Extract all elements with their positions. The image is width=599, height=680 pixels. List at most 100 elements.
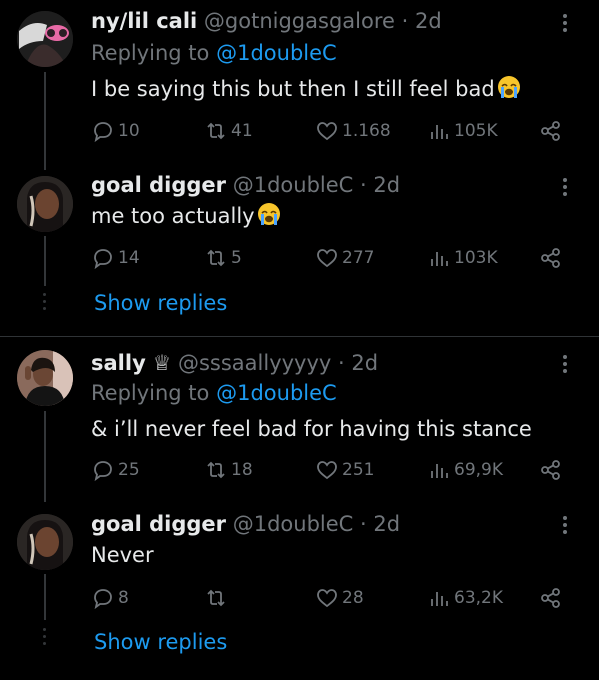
reply-icon: [94, 122, 112, 143]
more-options-icon[interactable]: [563, 178, 573, 199]
more-options-icon[interactable]: [563, 355, 573, 376]
tweet-3[interactable]: sally ♕ @sssaallyyyyy · 2d Replying to @…: [0, 337, 599, 502]
views-button[interactable]: 103K: [427, 243, 498, 273]
heart-icon: [317, 589, 337, 608]
reply-icon: [94, 589, 112, 610]
reply-button[interactable]: 10: [91, 116, 140, 146]
views-icon: [431, 252, 448, 266]
repost-button[interactable]: [204, 583, 231, 613]
share-icon: [541, 588, 560, 608]
timestamp[interactable]: · 2d: [338, 351, 378, 375]
timestamp[interactable]: · 2d: [402, 9, 442, 33]
views-button[interactable]: 69,9K: [427, 455, 503, 485]
display-name[interactable]: goal digger: [91, 512, 226, 536]
tweet-text: & i’ll never feel bad for having this st…: [91, 416, 532, 442]
replying-prefix: Replying to: [91, 41, 210, 65]
display-name[interactable]: sally: [91, 351, 146, 375]
heart-icon: [317, 461, 337, 480]
repost-button[interactable]: 18: [204, 455, 253, 485]
views-icon: [431, 125, 448, 139]
share-button[interactable]: [539, 116, 563, 146]
reply-count: 8: [118, 588, 129, 608]
share-button[interactable]: [539, 243, 563, 273]
repost-count: 5: [231, 248, 242, 268]
avatar[interactable]: [17, 514, 73, 570]
user-handle[interactable]: @gotniggasgalore: [204, 9, 395, 33]
like-count: 277: [342, 248, 375, 268]
heart-icon: [317, 249, 337, 268]
views-icon: [431, 464, 448, 478]
reply-button[interactable]: 14: [91, 243, 140, 273]
repost-count: 41: [231, 121, 253, 141]
share-icon: [541, 460, 560, 480]
views-icon: [431, 592, 448, 606]
reply-count: 25: [118, 460, 140, 480]
share-button[interactable]: [539, 583, 563, 613]
like-button[interactable]: 28: [315, 583, 364, 613]
share-button[interactable]: [539, 455, 563, 485]
tweet-text-content: me too actually: [91, 204, 255, 228]
view-count: 63,2K: [454, 588, 503, 608]
replying-to-link[interactable]: @1doubleC: [216, 41, 337, 65]
thread-dots-icon: [43, 628, 47, 649]
show-replies-link[interactable]: Show replies: [94, 291, 227, 315]
reply-icon: [94, 461, 112, 482]
user-handle[interactable]: @1doubleC: [233, 173, 354, 197]
view-count: 103K: [454, 248, 498, 268]
share-icon: [541, 121, 560, 141]
reply-count: 14: [118, 248, 140, 268]
like-button[interactable]: 1.168: [315, 116, 391, 146]
loudly-crying-face-icon: [257, 203, 280, 225]
tweet-1[interactable]: ny/lil cali @gotniggasgalore · 2d Replyi…: [0, 0, 599, 170]
replying-prefix: Replying to: [91, 381, 210, 405]
like-button[interactable]: 251: [315, 455, 374, 485]
display-name[interactable]: goal digger: [91, 173, 226, 197]
repost-button[interactable]: 5: [204, 243, 242, 273]
repost-button[interactable]: 41: [204, 116, 253, 146]
view-count: 69,9K: [454, 460, 503, 480]
replying-to-link[interactable]: @1doubleC: [216, 381, 337, 405]
more-options-icon[interactable]: [563, 516, 573, 537]
tweet-actions: 25 18 251 69,9K: [91, 455, 571, 485]
tweet-4[interactable]: goal digger @1doubleC · 2d Never 8 28 63…: [0, 502, 599, 680]
loudly-crying-face-icon: [497, 76, 520, 98]
tweet-text: I be saying this but then I still feel b…: [91, 75, 521, 102]
thread-line: [44, 236, 46, 286]
like-button[interactable]: 277: [315, 243, 374, 273]
display-name[interactable]: ny/lil cali: [91, 9, 197, 33]
thread-dots-icon: [43, 293, 47, 314]
share-icon: [541, 248, 560, 268]
timestamp[interactable]: · 2d: [360, 512, 400, 536]
tweet-header: goal digger @1doubleC · 2d: [91, 172, 400, 198]
thread-line: [44, 574, 46, 620]
timestamp[interactable]: · 2d: [360, 173, 400, 197]
tweet-text-content: Never: [91, 543, 154, 567]
replying-to: Replying to @1doubleC: [91, 40, 337, 66]
thread-line: [44, 411, 46, 502]
reply-button[interactable]: 25: [91, 455, 140, 485]
reply-button[interactable]: 8: [91, 583, 129, 613]
heart-icon: [317, 122, 337, 141]
view-count: 105K: [454, 121, 498, 141]
views-button[interactable]: 63,2K: [427, 583, 503, 613]
views-button[interactable]: 105K: [427, 116, 498, 146]
tweet-actions: 14 5 277 103K: [91, 243, 571, 273]
avatar[interactable]: [17, 350, 73, 406]
show-replies-link[interactable]: Show replies: [94, 630, 227, 654]
repost-icon: [207, 461, 225, 479]
reply-icon: [94, 249, 112, 270]
tweet-header: goal digger @1doubleC · 2d: [91, 511, 400, 537]
tweet-header: ny/lil cali @gotniggasgalore · 2d: [91, 8, 442, 34]
more-options-icon[interactable]: [563, 14, 573, 35]
replying-to: Replying to @1doubleC: [91, 380, 337, 406]
tweet-actions: 8 28 63,2K: [91, 583, 571, 613]
tweet-2[interactable]: goal digger @1doubleC · 2d me too actual…: [0, 170, 599, 336]
user-handle[interactable]: @sssaallyyyyy: [178, 351, 331, 375]
user-handle[interactable]: @1doubleC: [233, 512, 354, 536]
crown-icon: ♕: [152, 351, 172, 375]
avatar[interactable]: [17, 176, 73, 232]
thread-line: [44, 72, 46, 170]
avatar[interactable]: [17, 11, 73, 67]
tweet-header: sally ♕ @sssaallyyyyy · 2d: [91, 350, 378, 376]
like-count: 251: [342, 460, 375, 480]
